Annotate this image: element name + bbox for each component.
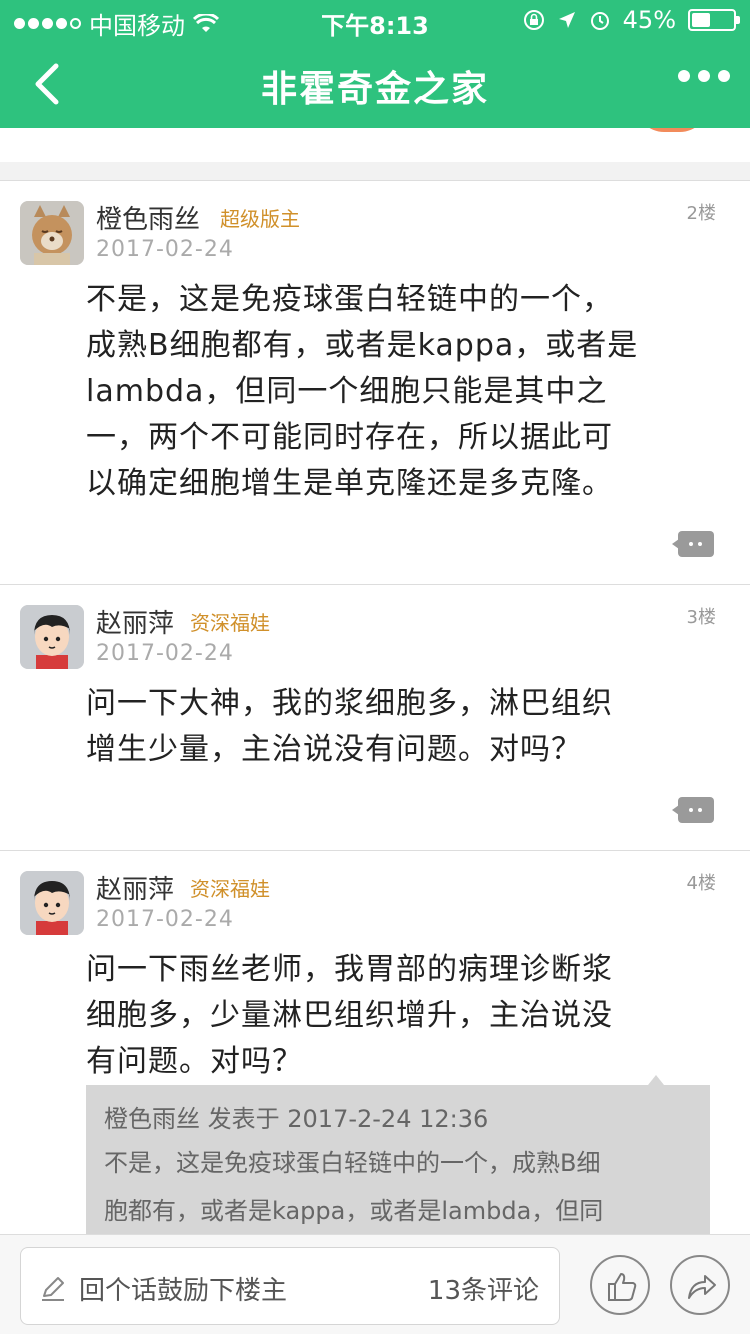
post-username[interactable]: 赵丽萍 [96,603,174,640]
post-date: 2017-02-24 [96,237,234,262]
post-floor-4: 赵丽萍 资深福娃 4楼 2017-02-24 问一下雨丝老师，我胃部的病理诊断浆… [0,850,750,1234]
quote-arrow [648,1075,664,1085]
post-date: 2017-02-24 [96,641,234,666]
user-role-badge: 资深福娃 [190,877,270,901]
post-line: 成熟B细胞都有，或者是kappa，或者是 [86,328,639,363]
post-floor-3: 赵丽萍 资深福娃 3楼 2017-02-24 问一下大神，我的浆细胞多，淋巴组织… [0,584,750,850]
like-button[interactable] [590,1255,650,1315]
bottom-bar: 回个话鼓励下楼主 13条评论 [0,1234,750,1334]
quote-line: 胞都有，或者是kappa，或者是lambda，但同 [104,1197,604,1225]
floor-number: 4楼 [686,873,716,894]
reply-icon[interactable] [672,531,714,557]
quote-header: 橙色雨丝 发表于 2017-2-24 12:36 [104,1105,489,1133]
comment-count[interactable]: 13条评论 [428,1270,539,1307]
reply-icon[interactable] [672,797,714,823]
share-button[interactable] [670,1255,730,1315]
post-floor-2: 橙色雨丝 超级版主 2楼 2017-02-24 不是，这是免疫球蛋白轻链中的一个… [0,180,750,584]
page-title: 非霍奇金之家 [260,69,489,110]
comment-input[interactable]: 回个话鼓励下楼主 13条评论 [20,1247,560,1325]
comment-placeholder: 回个话鼓励下楼主 [79,1276,288,1306]
quote-line: 不是，这是免疫球蛋白轻链中的一个，成熟B细 [104,1149,601,1177]
previous-post-edge [0,128,750,162]
nav-bar: 非霍奇金之家 [0,40,750,128]
floor-number: 3楼 [686,607,716,628]
cartoon-boy-avatar[interactable] [20,605,84,669]
post-line: 一，两个不可能同时存在，所以据此可 [86,420,613,455]
location-icon [558,12,575,28]
post-line: 细胞多，少量淋巴组织增升，主治说没 [86,998,613,1033]
thumbs-up-icon [608,1273,637,1301]
thread-content: 橙色雨丝 超级版主 2楼 2017-02-24 不是，这是免疫球蛋白轻链中的一个… [0,128,750,1234]
post-line: 以确定细胞增生是单克隆还是多克隆。 [86,466,613,501]
user-role-badge: 资深福娃 [190,611,270,635]
pencil-icon [42,1277,64,1301]
post-body: 不是，这是免疫球蛋白轻链中的一个， 成熟B细胞都有，或者是kappa，或者是 l… [86,277,706,507]
top-bar: 中国移动 下午8:13 45% 非霍奇金之家 [0,0,750,128]
post-date: 2017-02-24 [96,907,234,932]
orange-avatar-edge [636,128,708,132]
post-line: 问一下雨丝老师，我胃部的病理诊断浆 [86,952,613,987]
user-role-badge: 超级版主 [220,207,300,231]
post-line: 问一下大神，我的浆细胞多，淋巴组织 [86,686,613,721]
cat-avatar[interactable] [20,201,84,265]
share-icon [688,1275,716,1299]
post-line: lambda，但同一个细胞只能是其中之 [86,374,608,409]
battery-icon [688,9,740,31]
cartoon-boy-avatar[interactable] [20,871,84,935]
floor-number: 2楼 [686,203,716,224]
alarm-icon [590,12,609,30]
post-line: 有问题。对吗？ [86,1044,303,1079]
quoted-reply: 橙色雨丝 发表于 2017-2-24 12:36 不是，这是免疫球蛋白轻链中的一… [86,1075,710,1234]
battery-percent: 45% [622,6,676,34]
post-username[interactable]: 赵丽萍 [96,869,174,906]
more-options-icon[interactable] [678,70,730,82]
post-line: 不是，这是免疫球蛋白轻链中的一个， [86,282,613,317]
post-username[interactable]: 橙色雨丝 [96,199,200,236]
rotation-lock-icon [523,10,544,30]
post-body: 问一下大神，我的浆细胞多，淋巴组织 增生少量，主治说没有问题。对吗？ [86,681,706,773]
status-right: 45% [523,6,740,34]
status-bar: 中国移动 下午8:13 45% [0,0,750,40]
post-line: 增生少量，主治说没有问题。对吗？ [86,732,582,767]
post-body: 问一下雨丝老师，我胃部的病理诊断浆 细胞多，少量淋巴组织增升，主治说没 有问题。… [86,947,706,1085]
